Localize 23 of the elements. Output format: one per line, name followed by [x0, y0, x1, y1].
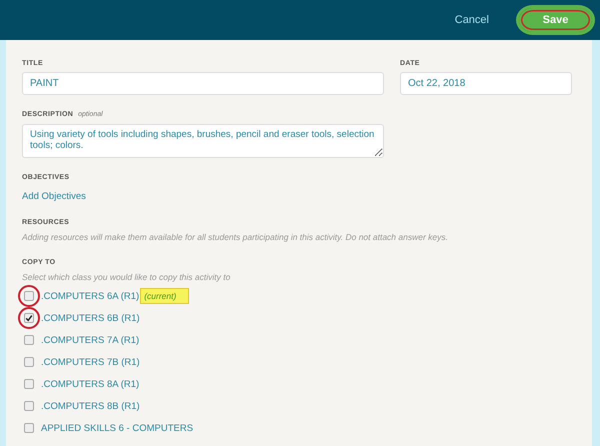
- class-name[interactable]: .COMPUTERS 6B (R1): [41, 312, 140, 324]
- checkbox[interactable]: [24, 313, 34, 323]
- checkbox[interactable]: [24, 335, 34, 345]
- checkbox[interactable]: [24, 423, 34, 433]
- copy-to-hint: Select which class you would like to copy this activity to: [22, 272, 232, 282]
- class-name[interactable]: .COMPUTERS 7B (R1): [41, 356, 140, 368]
- title-field[interactable]: PAINT: [22, 72, 384, 95]
- class-name[interactable]: .COMPUTERS 8A (R1): [41, 378, 140, 390]
- cancel-link[interactable]: Cancel: [454, 14, 489, 26]
- current-tag: (current): [140, 288, 190, 304]
- checkbox[interactable]: [24, 357, 34, 367]
- checkbox[interactable]: [24, 401, 34, 411]
- class-name[interactable]: .COMPUTERS 8B (R1): [41, 400, 140, 412]
- description-field[interactable]: Using variety of tools including shapes, brushes, pencil and eraser tools, selection tools; colors.: [22, 124, 384, 158]
- class-name[interactable]: APPLIED SKILLS 6 - COMPUTERS: [41, 422, 194, 434]
- resources-hint: Adding resources will make them available for all students participating in this activity. Do not attach answer keys.: [22, 232, 449, 242]
- save-button[interactable]: Save: [519, 8, 592, 32]
- add-objectives-link[interactable]: Add Objectives: [22, 191, 86, 202]
- class-name[interactable]: .COMPUTERS 6A (R1): [41, 290, 140, 302]
- checkbox[interactable]: [24, 379, 34, 389]
- checkbox[interactable]: [24, 291, 34, 301]
- date-field[interactable]: Oct 22, 2018: [400, 72, 572, 95]
- class-name[interactable]: .COMPUTERS 7A (R1): [41, 334, 140, 346]
